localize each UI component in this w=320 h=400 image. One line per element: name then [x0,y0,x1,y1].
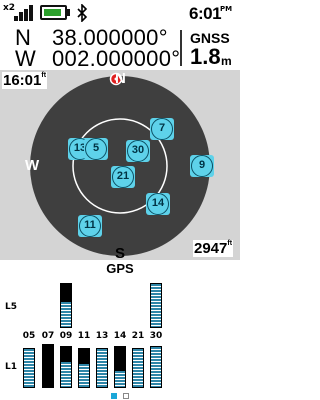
accuracy-unit: m [221,54,232,68]
north-label: N [115,70,126,87]
l1-signal-bar [42,344,54,388]
satellite-marker[interactable]: 5 [84,138,108,160]
clock-ampm: PM [220,5,233,13]
l1-signal-bar [132,348,144,388]
satellite-bar-label: 14 [113,331,127,341]
l1-signal-bar [96,348,108,388]
bluetooth-icon [77,4,88,22]
clock-time: 6:01 [189,4,222,23]
elevation-overlay: 2947ft [193,240,234,257]
page-indicator-inactive[interactable] [123,393,129,399]
satellite-bar-label: 05 [22,331,36,341]
satellite-marker[interactable]: 14 [146,193,170,215]
satellite-marker[interactable]: 7 [150,118,174,140]
accuracy-value: 1.8 [190,44,221,69]
coordinates-divider [180,30,182,66]
l5-signal-bar [150,283,162,328]
satellite-bar-label: 11 [77,331,91,341]
band-label-l1: L1 [5,362,17,372]
satellite-bar-label: 30 [149,331,163,341]
battery-level [44,9,61,16]
satellite-marker[interactable]: 21 [111,166,135,188]
satellite-bar-label: 21 [131,331,145,341]
satellite-marker[interactable]: 30 [126,140,150,162]
l1-signal-bar [114,346,126,388]
signal-strength-chart[interactable]: GPS L5 L1 05 07 09 11 13 14 21 30 [0,260,240,400]
band-label-l5: L5 [5,302,17,312]
page-indicator-active[interactable] [111,393,117,399]
satellite-marker[interactable]: 11 [78,215,102,237]
time-overlay: 16:01ft [2,72,48,89]
l1-signal-bar [60,346,72,388]
battery-nub [67,9,70,16]
satellite-bar-label: 07 [41,331,55,341]
satellite-bar-label: 13 [95,331,109,341]
west-label: W [25,157,40,174]
coordinates-panel: N 38.000000° W 002.000000° GNSS 1.8 m [0,25,240,71]
signal-bars-icon [14,5,36,21]
l1-signal-bar [23,348,35,388]
constellation-title: GPS [106,261,134,276]
satellite-sky-view[interactable]: 16:01ft 2947ft N W S 7 13 5 30 9 21 14 1… [0,70,240,262]
battery-icon [40,5,67,20]
status-bar: x2 6:01 PM [0,0,240,26]
l1-signal-bar [78,348,90,388]
satellite-bar-label: 09 [59,331,73,341]
l1-signal-bar [150,346,162,388]
longitude-hemisphere: W [15,46,36,71]
l5-signal-bar [60,283,72,328]
satellite-marker[interactable]: 9 [190,155,214,177]
longitude-value: 002.000000° [52,46,181,71]
